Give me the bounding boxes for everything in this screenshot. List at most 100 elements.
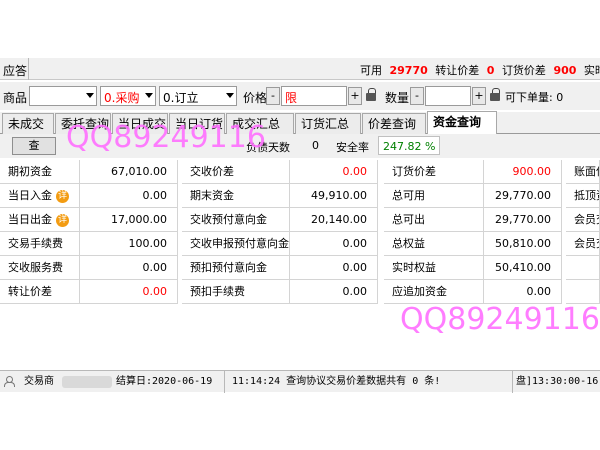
tab-price-diff-query[interactable]: 价差查询 <box>362 113 426 134</box>
price-lock-icon[interactable] <box>366 88 376 102</box>
available-label: 可用 <box>360 64 382 77</box>
query-button[interactable]: 查 <box>12 137 56 155</box>
side-select[interactable]: 0.采购 <box>100 86 156 106</box>
fund-label-text: 期末资金 <box>190 189 234 202</box>
tab-fund-query[interactable]: 资金查询 <box>427 111 497 135</box>
fund-label-text: 当日出金 <box>8 213 52 226</box>
account-summary: 可用 29770 转让价差 0 订货价差 900 实时价差 <box>360 62 600 78</box>
detail-badge-icon[interactable]: 详 <box>56 213 69 227</box>
fund-field-label: 抵顶资 <box>566 184 600 208</box>
fund-field-label: 交易手续费 <box>0 232 80 256</box>
qty-minus-button[interactable]: - <box>410 87 424 105</box>
fund-field-label: 实时权益 <box>384 256 484 280</box>
fund-field-label: 交收价差 <box>182 160 290 184</box>
tab-unfilled[interactable]: 未成交 <box>2 113 54 134</box>
fund-label-text: 订货价差 <box>392 165 436 178</box>
price-plus-button[interactable]: + <box>348 87 362 105</box>
fund-field-label: 转让价差 <box>0 280 80 304</box>
fund-field-label: 预扣预付意向金 <box>182 256 290 280</box>
fund-field-value: 67,010.00 <box>80 160 178 184</box>
product-label: 商品 <box>3 91 28 105</box>
fund-label-text: 转让价差 <box>8 285 52 298</box>
watermark-text: QQ89249116 <box>66 120 266 155</box>
fund-field-label: 当日入金详 <box>0 184 80 208</box>
fund-field-value: 0.00 <box>290 256 378 280</box>
fund-label-text: 账面保 <box>574 165 599 178</box>
price-label: 价格 <box>243 91 268 105</box>
fund-label-text: 期初资金 <box>8 165 52 178</box>
fund-label-text: 总权益 <box>392 237 425 250</box>
watermark-text: QQ89249116 <box>400 302 600 337</box>
transfer-diff-label: 转让价差 <box>435 64 480 77</box>
quantity-lock-icon[interactable] <box>490 88 500 102</box>
fund-field-value: 0.00 <box>80 184 178 208</box>
fund-field-value: 29,770.00 <box>484 208 562 232</box>
fund-field-value: 29,770.00 <box>484 184 562 208</box>
quantity-input[interactable] <box>425 86 471 106</box>
fund-label-text: 交易手续费 <box>8 237 63 250</box>
fund-field-value: 50,810.00 <box>484 232 562 256</box>
fund-field-label: 会员交 <box>566 208 600 232</box>
fund-label-text: 抵顶资 <box>574 189 599 202</box>
fund-field-label: 预扣手续费 <box>182 280 290 304</box>
safety-rate-label: 安全率 <box>336 141 369 154</box>
fund-label-text: 应追加资金 <box>392 285 447 298</box>
fund-field-value: 0.00 <box>290 280 378 304</box>
fund-field-value: 20,140.00 <box>290 208 378 232</box>
fund-label-text: 实时权益 <box>392 261 436 274</box>
fund-field-label: 期末资金 <box>182 184 290 208</box>
exchange-label: 交易商 <box>24 376 54 387</box>
status-message: 11:14:24 查询协议交易价差数据共有 0 条! <box>232 376 441 387</box>
fund-label-text: 交收预付意向金 <box>190 213 267 226</box>
type-value: 0.订立 <box>163 91 199 105</box>
tab-order-summary[interactable]: 订货汇总 <box>295 113 361 134</box>
safety-rate-box: 247.82 % <box>378 136 440 155</box>
fund-label-text: 交收服务费 <box>8 261 63 274</box>
fund-field-label: 会员交 <box>566 232 600 256</box>
qty-plus-button[interactable]: + <box>472 87 486 105</box>
top-info-bar: 应答 可用 29770 转让价差 0 订货价差 900 实时价差 <box>0 58 600 80</box>
type-select[interactable]: 0.订立 <box>159 86 237 106</box>
order-diff-value: 900 <box>553 64 577 77</box>
fund-field-label: 订货价差 <box>384 160 484 184</box>
fund-field-label: 应追加资金 <box>384 280 484 304</box>
fund-field-label: 总可出 <box>384 208 484 232</box>
fund-label-text: 预扣预付意向金 <box>190 261 267 274</box>
debt-days-value: 0 <box>312 139 319 152</box>
chevron-down-icon <box>226 93 234 98</box>
fund-field-label: 总可用 <box>384 184 484 208</box>
user-icon <box>4 376 15 387</box>
fund-field-label <box>566 256 600 280</box>
chevron-down-icon <box>145 93 153 98</box>
fund-field-label: 总权益 <box>384 232 484 256</box>
divider <box>224 371 225 393</box>
fund-field-value: 0.00 <box>290 232 378 256</box>
side-value: 0.采购 <box>104 91 140 105</box>
safety-rate-value: 247.82 % <box>383 140 436 153</box>
fund-field-value: 0.00 <box>80 256 178 280</box>
fund-label-text: 当日入金 <box>8 189 52 202</box>
fund-label-text: 会员交 <box>574 237 599 250</box>
price-value: 限 <box>285 91 298 105</box>
divider <box>28 58 29 80</box>
max-quantity-label: 可下单量: 0 <box>505 91 564 104</box>
order-diff-label: 订货价差 <box>501 64 546 77</box>
fund-field-value: 0.00 <box>290 160 378 184</box>
order-entry-bar: 商品 0.采购 0.订立 价格 - 限 + 数量 - + 可下单量: 0 <box>0 82 600 110</box>
fund-label-text: 总可用 <box>392 189 425 202</box>
price-input[interactable]: 限 <box>281 86 347 106</box>
trading-session: 盘]13:30:00-16 <box>516 376 599 387</box>
price-minus-button[interactable]: - <box>266 87 280 105</box>
fund-field-value: 50,410.00 <box>484 256 562 280</box>
fund-label-text: 预扣手续费 <box>190 285 245 298</box>
product-select[interactable] <box>29 86 97 106</box>
divider <box>512 371 513 393</box>
fund-field-value: 49,910.00 <box>290 184 378 208</box>
fund-label-text: 交收价差 <box>190 165 234 178</box>
fund-field-value: 0.00 <box>484 280 562 304</box>
fund-field-value: 17,000.00 <box>80 208 178 232</box>
settlement-date: 结算日:2020-06-19 <box>116 376 213 387</box>
transfer-diff-value: 0 <box>486 64 495 77</box>
detail-badge-icon[interactable]: 详 <box>56 189 69 203</box>
fund-label-text: 会员交 <box>574 213 599 226</box>
